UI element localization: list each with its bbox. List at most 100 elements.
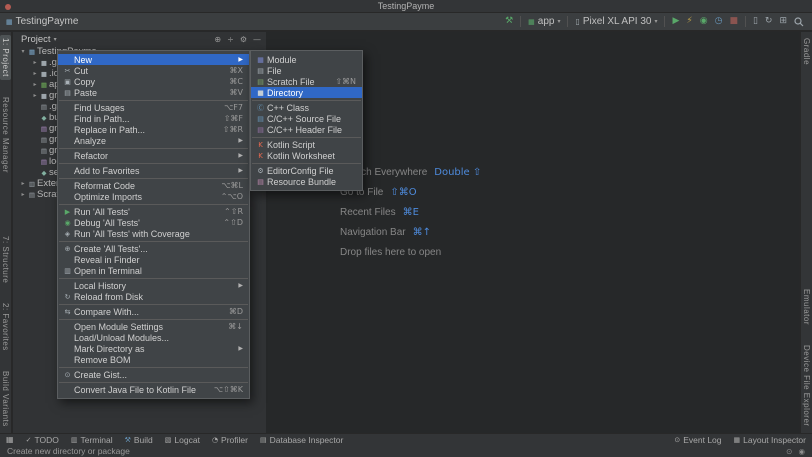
sync-project-button[interactable]: ↻ [765, 17, 773, 26]
menu-item-new[interactable]: New▶ [58, 54, 249, 65]
toolwindow-toggle-icon[interactable]: ▦ [6, 435, 14, 444]
notification-icon[interactable]: ◉ [798, 447, 805, 456]
submenu-item-c-class[interactable]: ⒸC++ Class [251, 102, 362, 113]
menu-item-local-history[interactable]: Local History▶ [58, 280, 249, 291]
submenu-item-scratch-file[interactable]: ▤Scratch File⇧⌘N [251, 76, 362, 87]
submenu-item-kotlin-worksheet[interactable]: KKotlin Worksheet [251, 150, 362, 161]
sdk-manager-button[interactable]: ⊞ [779, 17, 787, 26]
menu-item-compare-with[interactable]: ⇆Compare With...⌘D [58, 306, 249, 317]
tool-stripe-build-variants[interactable]: Build Variants [0, 368, 11, 430]
tool-stripe-7-structure[interactable]: 7: Structure [0, 233, 11, 286]
profile-button[interactable]: ◷ [715, 17, 723, 26]
hide-panel-icon[interactable]: — [253, 35, 261, 44]
build-icon: ⚒ [125, 436, 131, 444]
menu-item-create-all-tests[interactable]: ⊕Create 'All Tests'... [58, 243, 249, 254]
tree-item-icon: ▤ [27, 191, 37, 199]
run-button[interactable]: ▶ [672, 17, 679, 26]
menu-item-refactor[interactable]: Refactor▶ [58, 150, 249, 161]
make-project-button[interactable]: ⚒ [505, 17, 513, 26]
tree-item-icon: ■ [39, 92, 49, 100]
toolwindow-button-layout-inspector[interactable]: ▦Layout Inspector [734, 435, 806, 445]
menu-item-paste[interactable]: ▤Paste⌘V [58, 87, 249, 98]
menu-item-create-gist[interactable]: ⊙Create Gist... [58, 369, 249, 380]
menu-separator [59, 204, 248, 205]
menu-item-optimize-imports[interactable]: Optimize Imports⌃⌥O [58, 191, 249, 202]
project-breadcrumb[interactable]: ▦ TestingPayme [6, 16, 78, 27]
menu-item-debug-all-tests[interactable]: ◉Debug 'All Tests'⌃⇧D [58, 217, 249, 228]
toolwindow-button-terminal[interactable]: ▥Terminal [71, 435, 113, 445]
status-bar: Create new directory or package ⊙◉ [0, 445, 812, 457]
apply-changes-button[interactable]: ⚡ [686, 17, 692, 26]
menu-item-label: Reveal in Finder [74, 255, 140, 265]
submenu-item-c-c-header-file[interactable]: ▤C/C++ Header File [251, 124, 362, 135]
toolwindow-button-todo[interactable]: ✓TODO [26, 435, 59, 445]
menu-item-find-in-path[interactable]: Find in Path...⇧⌘F [58, 113, 249, 124]
project-panel-header: Project ▾ ⊕ ÷ ⚙ — [13, 32, 266, 46]
submenu-item-kotlin-script[interactable]: KKotlin Script [251, 139, 362, 150]
lock-icon[interactable]: ⊙ [786, 447, 792, 456]
settings-gear-icon[interactable]: ⚙ [240, 35, 247, 44]
menu-item-find-usages[interactable]: Find Usages⌥F7 [58, 102, 249, 113]
submenu-item-editorconfig-file[interactable]: ⚙EditorConfig File [251, 165, 362, 176]
menu-item-label: EditorConfig File [267, 166, 334, 176]
tool-stripe-1-project[interactable]: 1: Project [0, 35, 11, 80]
chevron-down-icon: ▾ [54, 36, 57, 43]
search-everywhere-icon[interactable] [794, 17, 804, 27]
terminal-icon: ▥ [71, 436, 78, 444]
menu-item-open-in-terminal[interactable]: ▥Open in Terminal [58, 265, 249, 276]
create-tests-icon: ⊕ [61, 245, 74, 253]
submenu-item-resource-bundle[interactable]: ▤Resource Bundle [251, 176, 362, 187]
menu-item-run-all-tests-with-coverage[interactable]: ◈Run 'All Tests' with Coverage [58, 228, 249, 239]
debug-button[interactable]: ◉ [700, 17, 708, 26]
menu-item-open-module-settings[interactable]: Open Module Settings⌘↓ [58, 321, 249, 332]
toolwindow-button-profiler[interactable]: ◔Profiler [212, 435, 248, 445]
directory-icon: ■ [254, 89, 267, 97]
menu-item-reveal-in-finder[interactable]: Reveal in Finder [58, 254, 249, 265]
toolwindow-button-event-log[interactable]: ⊙Event Log [674, 435, 721, 445]
menu-item-analyze[interactable]: Analyze▶ [58, 135, 249, 146]
collapse-all-icon[interactable]: ÷ [227, 35, 234, 44]
menu-item-mark-directory-as[interactable]: Mark Directory as▶ [58, 343, 249, 354]
submenu-item-file[interactable]: ▤File [251, 65, 362, 76]
toolwindow-button-database-inspector[interactable]: ▤Database Inspector [260, 435, 343, 445]
toolbar-separator [520, 16, 521, 27]
project-icon: ▦ [6, 18, 13, 26]
tree-item-icon: ▦ [27, 48, 37, 56]
tool-stripe-emulator[interactable]: Emulator [801, 286, 812, 328]
submenu-item-module[interactable]: ▦Module [251, 54, 362, 65]
menu-item-copy[interactable]: ▣Copy⌘C [58, 76, 249, 87]
tool-stripe-2-favorites[interactable]: 2: Favorites [0, 300, 11, 354]
run-config-dropdown[interactable]: ▦ app ▾ [528, 16, 560, 27]
toolbar-separator [567, 16, 568, 27]
menu-item-load-unload-modules[interactable]: Load/Unload Modules... [58, 332, 249, 343]
toolwindow-button-label: TODO [34, 435, 58, 445]
device-dropdown[interactable]: ▯ Pixel XL API 30 ▾ [575, 16, 657, 27]
menu-item-convert-java-file-to-kotlin-file[interactable]: Convert Java File to Kotlin File⌥⇧⌘K [58, 384, 249, 395]
submenu-item-c-c-source-file[interactable]: ▤C/C++ Source File [251, 113, 362, 124]
submenu-arrow-icon: ▶ [238, 345, 243, 352]
toolbar-separator [745, 16, 746, 27]
tool-stripe-gradle[interactable]: Gradle [801, 35, 812, 68]
menu-item-reload-from-disk[interactable]: ↻Reload from Disk [58, 291, 249, 302]
tree-item-icon: ▦ [39, 81, 49, 89]
menu-item-reformat-code[interactable]: Reformat Code⌥⌘L [58, 180, 249, 191]
menu-shortcut: ⇧⌘F [216, 114, 243, 123]
tool-stripe-resource-manager[interactable]: Resource Manager [0, 94, 11, 176]
menu-item-cut[interactable]: ✂Cut⌘X [58, 65, 249, 76]
menu-item-remove-bom[interactable]: Remove BOM [58, 354, 249, 365]
locate-file-icon[interactable]: ⊕ [214, 35, 221, 44]
menu-item-add-to-favorites[interactable]: Add to Favorites▶ [58, 165, 249, 176]
menu-item-replace-in-path[interactable]: Replace in Path...⇧⌘R [58, 124, 249, 135]
submenu-item-directory[interactable]: ■Directory [251, 87, 362, 98]
toolwindow-button-label: Event Log [683, 435, 721, 445]
toolwindow-button-logcat[interactable]: ▧Logcat [165, 435, 200, 445]
menu-separator [59, 382, 248, 383]
window-button[interactable] [5, 4, 11, 10]
stop-button[interactable]: ■ [729, 17, 738, 26]
project-panel-title[interactable]: Project [21, 34, 51, 45]
tree-item-icon: ▤ [39, 158, 49, 166]
tool-stripe-device-file-explorer[interactable]: Device File Explorer [801, 342, 812, 430]
menu-item-run-all-tests[interactable]: ▶Run 'All Tests'⌃⇧R [58, 206, 249, 217]
device-manager-button[interactable]: ▯ [753, 17, 758, 26]
toolwindow-button-build[interactable]: ⚒Build [125, 435, 153, 445]
